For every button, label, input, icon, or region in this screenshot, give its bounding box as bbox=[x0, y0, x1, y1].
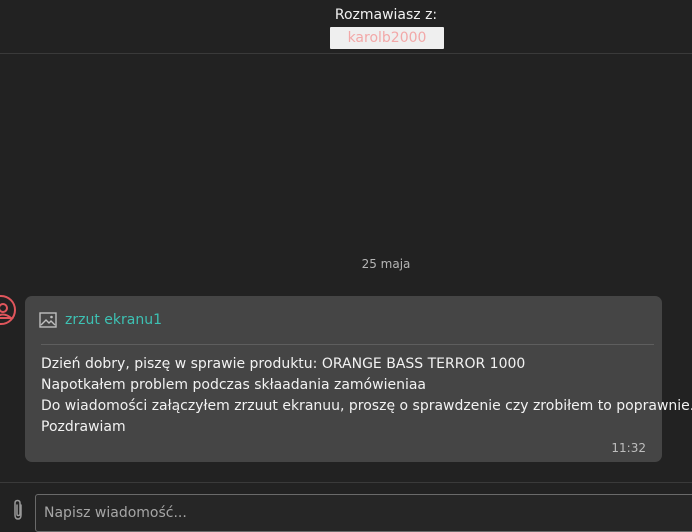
message-bubble: zrzut ekranu1 Dzień dobry, piszę w spraw… bbox=[25, 296, 692, 462]
message-line: Napotkałem problem podczas skłaadania za… bbox=[41, 377, 426, 393]
conversation-with-label: Rozmawiasz z: bbox=[334, 7, 438, 23]
attachment[interactable]: zrzut ekranu1 bbox=[39, 310, 162, 330]
attach-file-button[interactable] bbox=[9, 498, 27, 522]
attachment-link[interactable]: zrzut ekranu1 bbox=[65, 312, 162, 328]
message-timestamp: 11:32 bbox=[611, 441, 646, 455]
chat-header: Rozmawiasz z: karolb2000 bbox=[0, 0, 692, 54]
message-input[interactable] bbox=[35, 494, 692, 532]
chat-window: Rozmawiasz z: karolb2000 25 maja zrzut e… bbox=[0, 0, 692, 532]
message-line: Pozdrawiam bbox=[41, 419, 126, 435]
paperclip-icon bbox=[14, 499, 22, 520]
date-separator: 25 maja bbox=[361, 257, 411, 271]
contact-name[interactable]: karolb2000 bbox=[330, 27, 444, 49]
bubble-divider bbox=[41, 344, 654, 345]
image-icon bbox=[39, 312, 57, 328]
message-list[interactable]: 25 maja zrzut ekranu1 Dzień dobry, piszę… bbox=[0, 54, 692, 482]
avatar[interactable] bbox=[0, 295, 16, 325]
message-line: Dzień dobry, piszę w sprawie produktu: O… bbox=[41, 356, 526, 372]
user-icon bbox=[0, 303, 14, 319]
message-line: Do wiadomości załączyłem zrzuut ekranuu,… bbox=[41, 398, 692, 414]
message-text: Dzień dobry, piszę w sprawie produktu: O… bbox=[41, 354, 692, 438]
composer bbox=[0, 482, 692, 532]
